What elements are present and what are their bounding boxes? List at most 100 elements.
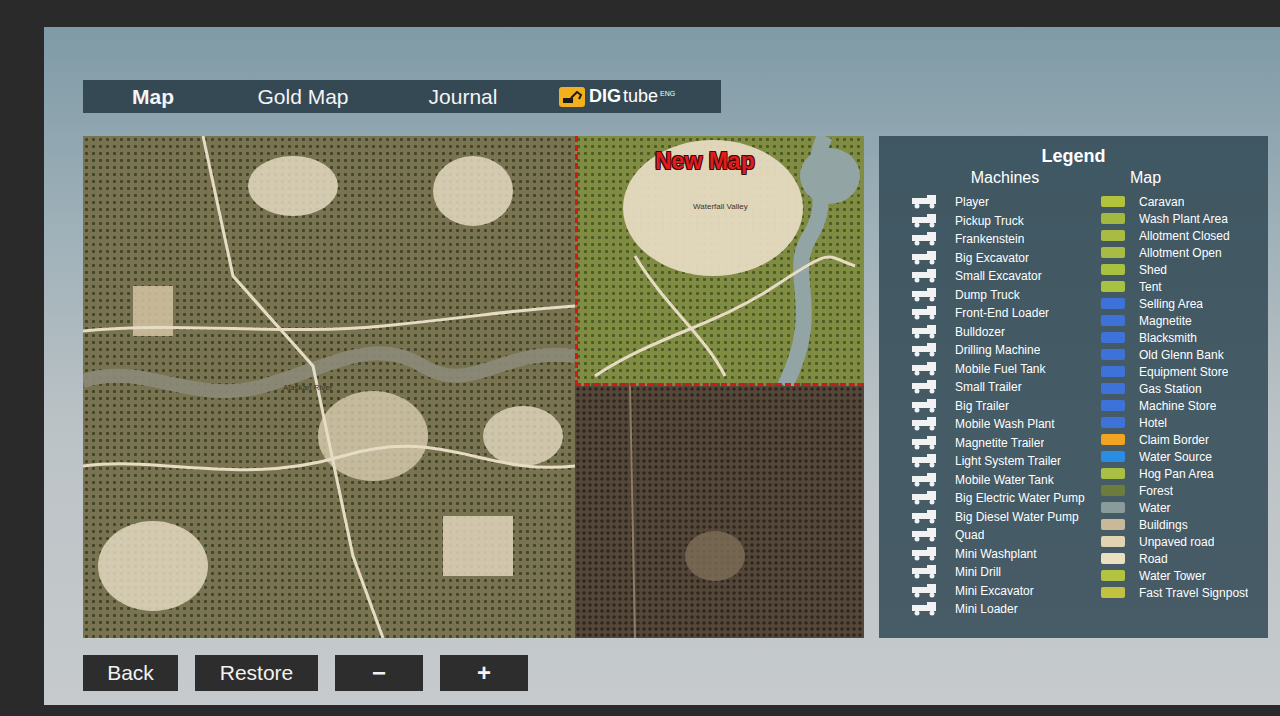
legend-item: Old Glenn Bank: [1101, 346, 1260, 363]
map-symbol-icon: [1101, 264, 1125, 275]
map-symbol-icon: [1101, 536, 1125, 547]
game-screen: MapGold MapJournal DIGtubeENG Alaskan Ri…: [0, 0, 1280, 716]
new-map[interactable]: Waterfall Valley New Map: [575, 136, 864, 386]
excavator-icon: [559, 87, 585, 107]
column-heading: Map: [1101, 169, 1260, 187]
unexplored-map[interactable]: [575, 386, 864, 638]
machine-icon: [909, 584, 941, 598]
digtube-tab[interactable]: DIGtubeENG: [559, 86, 675, 107]
legend-item: Mini Drill: [909, 563, 1101, 582]
map-button[interactable]: +: [440, 655, 528, 691]
legend-item: Big Trailer: [909, 397, 1101, 416]
map-symbol-icon: [1101, 434, 1125, 445]
map-column: Map Caravan Wash Plant Area Allotment Cl…: [1101, 169, 1260, 619]
machine-icon: [909, 565, 941, 579]
machine-icon: [909, 380, 941, 394]
legend-item: Quad: [909, 526, 1101, 545]
legend-item: Front-End Loader: [909, 304, 1101, 323]
legend-item: Water: [1101, 499, 1260, 516]
map-symbol-icon: [1101, 230, 1125, 241]
tab[interactable]: Journal: [383, 81, 543, 113]
legend-panel: Legend Machines Player Pickup Truck Fran…: [879, 136, 1268, 638]
legend-item: Magnetite: [1101, 312, 1260, 329]
machine-icon: [909, 491, 941, 505]
legend-item: Mini Excavator: [909, 582, 1101, 601]
map-symbol-icon: [1101, 315, 1125, 326]
legend-item: Drilling Machine: [909, 341, 1101, 360]
machine-icon: [909, 510, 941, 524]
map-symbol-icon: [1101, 451, 1125, 462]
map-symbol-icon: [1101, 213, 1125, 224]
legend-item: Big Electric Water Pump: [909, 489, 1101, 508]
map-symbol-icon: [1101, 383, 1125, 394]
map-symbol-icon: [1101, 247, 1125, 258]
machine-icon: [909, 232, 941, 246]
legend-item: Wash Plant Area: [1101, 210, 1260, 227]
map-symbol-icon: [1101, 519, 1125, 530]
map-panel: MapGold MapJournal DIGtubeENG Alaskan Ri…: [44, 27, 1280, 705]
map-symbol-icon: [1101, 417, 1125, 428]
map-symbol-icon: [1101, 553, 1125, 564]
map-place-label: Waterfall Valley: [693, 202, 748, 211]
machine-icon: [909, 547, 941, 561]
legend-item: Equipment Store: [1101, 363, 1260, 380]
map-symbol-icon: [1101, 298, 1125, 309]
machine-icon: [909, 288, 941, 302]
legend-item: Buildings: [1101, 516, 1260, 533]
legend-item: Player: [909, 193, 1101, 212]
legend-item: Small Excavator: [909, 267, 1101, 286]
legend-item: Tent: [1101, 278, 1260, 295]
map-view[interactable]: Alaskan River Waterfall Valley New Map: [83, 136, 864, 638]
legend-item: Shed: [1101, 261, 1260, 278]
button-row: Back Restore−+: [83, 655, 1280, 691]
legend-item: Dump Truck: [909, 286, 1101, 305]
map-button[interactable]: Restore: [195, 655, 318, 691]
new-map-label: New Map: [655, 148, 755, 175]
machine-icon: [909, 436, 941, 450]
machine-icon: [909, 362, 941, 376]
legend-item: Bulldozer: [909, 323, 1101, 342]
machines-column: Machines Player Pickup Truck Frankenstei…: [909, 169, 1101, 619]
legend-item: Mini Washplant: [909, 545, 1101, 564]
map-symbol-icon: [1101, 349, 1125, 360]
legend-item: Mobile Wash Plant: [909, 415, 1101, 434]
legend-item: Allotment Closed: [1101, 227, 1260, 244]
legend-item: Light System Trailer: [909, 452, 1101, 471]
map-button[interactable]: Back: [83, 655, 178, 691]
legend-item: Fast Travel Signpost: [1101, 584, 1260, 601]
legend-item: Frankenstein: [909, 230, 1101, 249]
machine-icon: [909, 602, 941, 616]
tab[interactable]: Map: [83, 81, 223, 113]
map-button[interactable]: −: [335, 655, 423, 691]
map-symbol-icon: [1101, 570, 1125, 581]
legend-item: Unpaved road: [1101, 533, 1260, 550]
machine-icon: [909, 343, 941, 357]
column-heading: Machines: [909, 169, 1101, 187]
legend-item: Hog Pan Area: [1101, 465, 1260, 482]
machine-icon: [909, 306, 941, 320]
tab[interactable]: Gold Map: [223, 81, 383, 113]
map-symbol-icon: [1101, 468, 1125, 479]
machine-icon: [909, 473, 941, 487]
legend-item: Claim Border: [1101, 431, 1260, 448]
legend-item: Caravan: [1101, 193, 1260, 210]
map-place-label: Alaskan River: [283, 383, 332, 392]
machine-icon: [909, 325, 941, 339]
legend-item: Forest: [1101, 482, 1260, 499]
legend-item: Machine Store: [1101, 397, 1260, 414]
legend-item: Blacksmith: [1101, 329, 1260, 346]
map-symbol-icon: [1101, 281, 1125, 292]
legend-item: Mobile Water Tank: [909, 471, 1101, 490]
legend-item: Water Source: [1101, 448, 1260, 465]
main-map[interactable]: Alaskan River: [83, 136, 575, 638]
legend-item: Selling Area: [1101, 295, 1260, 312]
map-symbol-icon: [1101, 366, 1125, 377]
map-symbol-icon: [1101, 587, 1125, 598]
machine-icon: [909, 214, 941, 228]
machine-icon: [909, 528, 941, 542]
terrain-drawing: [575, 386, 864, 638]
tab-bar: MapGold MapJournal DIGtubeENG: [83, 80, 721, 113]
machine-icon: [909, 399, 941, 413]
legend-item: Pickup Truck: [909, 212, 1101, 231]
map-symbol-icon: [1101, 332, 1125, 343]
